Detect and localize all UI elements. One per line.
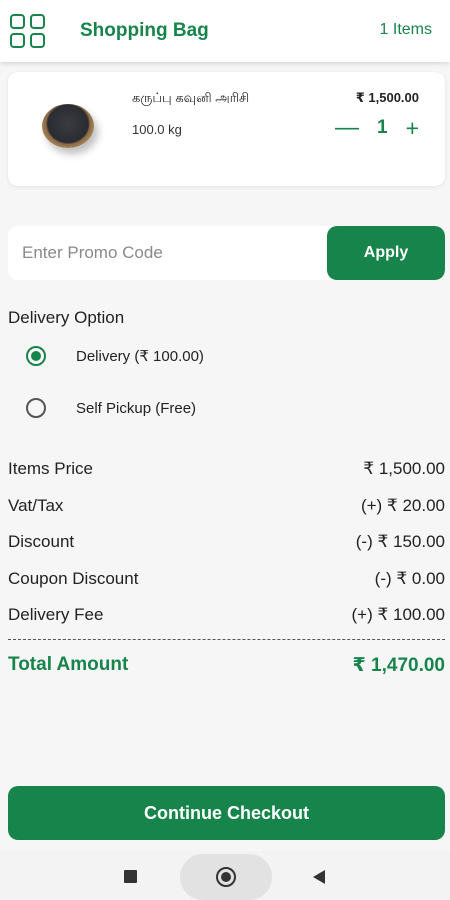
summary-value: (-) ₹ 150.00 [355, 532, 445, 551]
total-label: Total Amount [8, 654, 129, 675]
minus-icon[interactable]: — [335, 116, 359, 140]
promo-code-row: Apply [8, 226, 445, 280]
product-price: ₹ 1,500.00 [355, 90, 419, 105]
home-circle-icon[interactable] [216, 867, 236, 887]
delivery-option-title: Delivery Option [8, 308, 125, 327]
summary-label: Vat/Tax [8, 496, 64, 515]
total-value: ₹ 1,470.00 [352, 655, 445, 676]
apply-button[interactable]: Apply [327, 226, 445, 280]
back-triangle-icon[interactable] [313, 870, 325, 884]
item-count-value: 1 [376, 117, 388, 138]
product-image [42, 104, 98, 150]
continue-checkout-button[interactable]: Continue Checkout [8, 786, 445, 840]
total-amount-row: Total Amount ₹ 1,470.00 [8, 654, 445, 677]
product-name: கருப்பு கவுனி அரிசி [132, 90, 250, 105]
summary-row-delivery-fee: Delivery Fee (+) ₹ 100.00 [8, 605, 445, 625]
system-navigation-bar [0, 851, 450, 900]
page-title: Shopping Bag [80, 20, 209, 41]
radio-checked-icon[interactable] [26, 346, 46, 366]
summary-row-discount: Discount (-) ₹ 150.00 [8, 532, 445, 552]
cart-item-card: கருப்பு கவுனி அரிசி 100.0 kg ₹ 1,500.00 … [8, 72, 445, 186]
summary-row-items-price: Items Price ₹ 1,500.00 [8, 459, 445, 479]
summary-label: Items Price [8, 459, 94, 478]
promo-code-input[interactable] [8, 226, 326, 280]
radio-unchecked-icon[interactable] [26, 398, 46, 418]
summary-value: (+) ₹ 100.00 [351, 605, 445, 624]
product-quantity: 100.0 kg [132, 122, 182, 137]
delivery-option-delivery[interactable]: Delivery (₹ 100.00) [26, 346, 204, 366]
summary-value: (+) ₹ 20.00 [360, 496, 445, 515]
delivery-option-label: Self Pickup (Free) [76, 399, 197, 417]
item-count: 1 Items [379, 21, 432, 38]
summary-value: ₹ 1,500.00 [363, 459, 445, 478]
dashed-divider [8, 639, 445, 640]
summary-row-vat: Vat/Tax (+) ₹ 20.00 [8, 496, 445, 516]
grid-menu-icon[interactable] [10, 14, 48, 50]
summary-label: Discount [8, 532, 75, 551]
quantity-stepper: — 1 + [335, 116, 419, 141]
top-app-bar: Shopping Bag 1 Items [0, 0, 450, 62]
delivery-option-label: Delivery (₹ 100.00) [76, 348, 204, 365]
summary-row-coupon-discount: Coupon Discount (-) ₹ 0.00 [8, 569, 445, 589]
summary-label: Delivery Fee [8, 605, 104, 624]
summary-label: Coupon Discount [8, 569, 139, 588]
summary-value: (-) ₹ 0.00 [374, 569, 445, 588]
recent-apps-square-icon[interactable] [124, 870, 137, 883]
plus-icon[interactable]: + [406, 116, 419, 140]
delivery-option-self-pickup[interactable]: Self Pickup (Free) [26, 398, 196, 418]
